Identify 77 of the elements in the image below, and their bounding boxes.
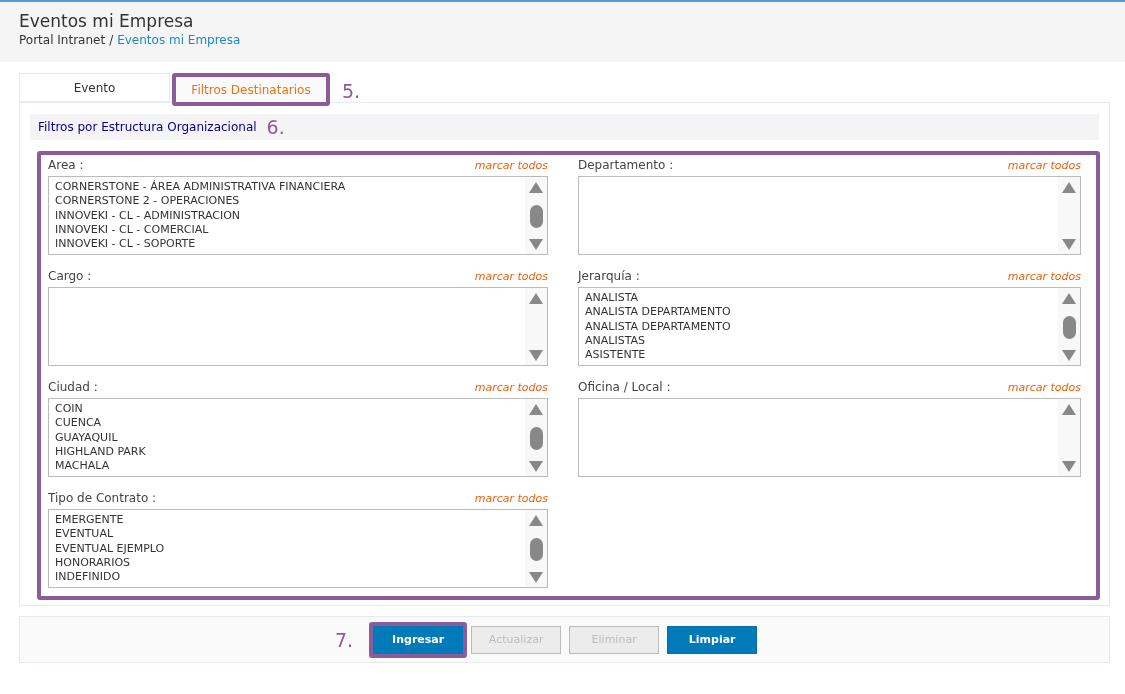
field-label: Area : [48,158,84,172]
select-all-link[interactable]: marcar todos [474,381,548,394]
field-label: Cargo : [48,269,92,283]
list-box[interactable]: ANALISTA ANALISTA DEPARTAMENTO ANALISTA DEPARTAMENTO ANALISTAS ASISTENTE [578,287,1081,366]
action-button[interactable]: Limpiar [667,625,758,654]
scroll-down-icon[interactable] [529,350,543,361]
list-option[interactable]: ANALISTA DEPARTAMENTO [585,319,1052,334]
list-box[interactable] [578,176,1081,255]
select-all-link[interactable]: marcar todos [474,492,548,505]
scroll-thumb[interactable] [529,204,543,228]
field-label: Oficina / Local : [578,380,671,394]
step-number: 5. [342,80,361,102]
scroll-up-icon[interactable] [529,293,543,304]
scroll-up-icon[interactable] [1062,404,1076,415]
select-all-link[interactable]: marcar todos [1007,270,1081,283]
scrollbar[interactable] [525,177,547,254]
scrollbar[interactable] [1058,399,1080,476]
scroll-up-icon[interactable] [529,182,543,193]
list-option[interactable]: COIN [55,402,519,417]
scrollbar[interactable] [525,510,547,587]
scrollbar[interactable] [1058,288,1080,365]
page-title: Eventos mi Empresa [19,10,195,32]
scroll-down-icon[interactable] [1062,239,1076,250]
list-option[interactable]: MACHALA [55,459,519,474]
scroll-up-icon[interactable] [529,404,543,415]
action-button[interactable]: Ingresar [369,621,468,658]
list-option[interactable]: GUAYAQUIL [55,430,519,445]
list-option[interactable]: CORNERSTONE - ÁREA ADMINISTRATIVA FINANCIERA [55,180,519,195]
list-option[interactable]: ANALISTA [585,291,1052,306]
list-option[interactable]: CORNERSTONE 2 - OPERACIONES [55,194,519,209]
list-option[interactable]: INDEFINIDO [55,570,519,585]
breadcrumb-separator: / [109,32,114,48]
field-label: Jerarquía : [578,269,640,283]
select-all-link[interactable]: marcar todos [474,159,548,172]
list-option[interactable]: EMERGENTE [55,513,519,528]
list-option[interactable]: ANALISTAS [585,333,1052,349]
list-option[interactable]: INNOVEKI - CL - SOPORTE [55,237,519,252]
list-option[interactable]: CUENCA [55,416,519,431]
list-option[interactable]: EVENTUAL EJEMPLO [55,541,519,556]
scroll-thumb[interactable] [529,426,543,450]
list-option[interactable]: ANALISTA DEPARTAMENTO [585,305,1052,320]
list-option[interactable]: EVENTUAL [55,527,519,542]
list-box[interactable] [48,287,548,366]
field-label: Tipo de Contrato : [48,491,157,505]
list-option[interactable]: HONORARIOS [55,555,519,571]
scroll-down-icon[interactable] [1062,461,1076,472]
scroll-down-icon[interactable] [529,572,543,583]
select-all-link[interactable]: marcar todos [1007,159,1081,172]
list-option[interactable]: HIGHLAND PARK [55,444,519,460]
field-label: Departamento : [578,158,674,172]
scroll-up-icon[interactable] [1062,293,1076,304]
list-option[interactable]: ASISTENTE [585,348,1052,363]
field-label: Ciudad : [48,380,98,394]
scroll-down-icon[interactable] [529,461,543,472]
list-box[interactable]: EMERGENTE EVENTUAL EVENTUAL EJEMPLO HONORARIOS INDEFINIDO [48,509,548,588]
step-number: 6. [266,116,285,138]
scroll-thumb[interactable] [529,537,543,561]
breadcrumb-link[interactable]: Portal Intranet [19,32,106,48]
select-all-link[interactable]: marcar todos [474,270,548,283]
list-option[interactable]: INNOVEKI - CL - COMERCIAL [55,222,519,238]
breadcrumb-link[interactable]: Eventos mi Empresa [117,32,241,48]
scroll-up-icon[interactable] [1062,182,1076,193]
list-box[interactable]: CORNERSTONE - ÁREA ADMINISTRATIVA FINANCIERA CORNERSTONE 2 - OPERACIONES INNOVEKI - CL - ADMINISTRACION INNOVEKI - CL - COMERCIAL INNOVEKI - CL - SOPORTE [48,176,548,255]
list-box[interactable]: COIN CUENCA GUAYAQUIL HIGHLAND PARK MACHALA [48,398,548,477]
step-number: 7. [335,628,354,651]
scroll-up-icon[interactable] [529,515,543,526]
scroll-down-icon[interactable] [529,239,543,250]
scroll-thumb[interactable] [1062,315,1076,339]
scrollbar[interactable] [525,288,547,365]
scroll-down-icon[interactable] [1062,350,1076,361]
list-option[interactable]: INNOVEKI - CL - ADMINISTRACION [55,208,519,223]
scrollbar[interactable] [525,399,547,476]
tab[interactable]: Evento [19,73,170,102]
list-box[interactable] [578,398,1081,477]
section-title: Filtros por Estructura Organizacional [38,120,257,134]
scrollbar[interactable] [1058,177,1080,254]
select-all-link[interactable]: marcar todos [1007,381,1081,394]
